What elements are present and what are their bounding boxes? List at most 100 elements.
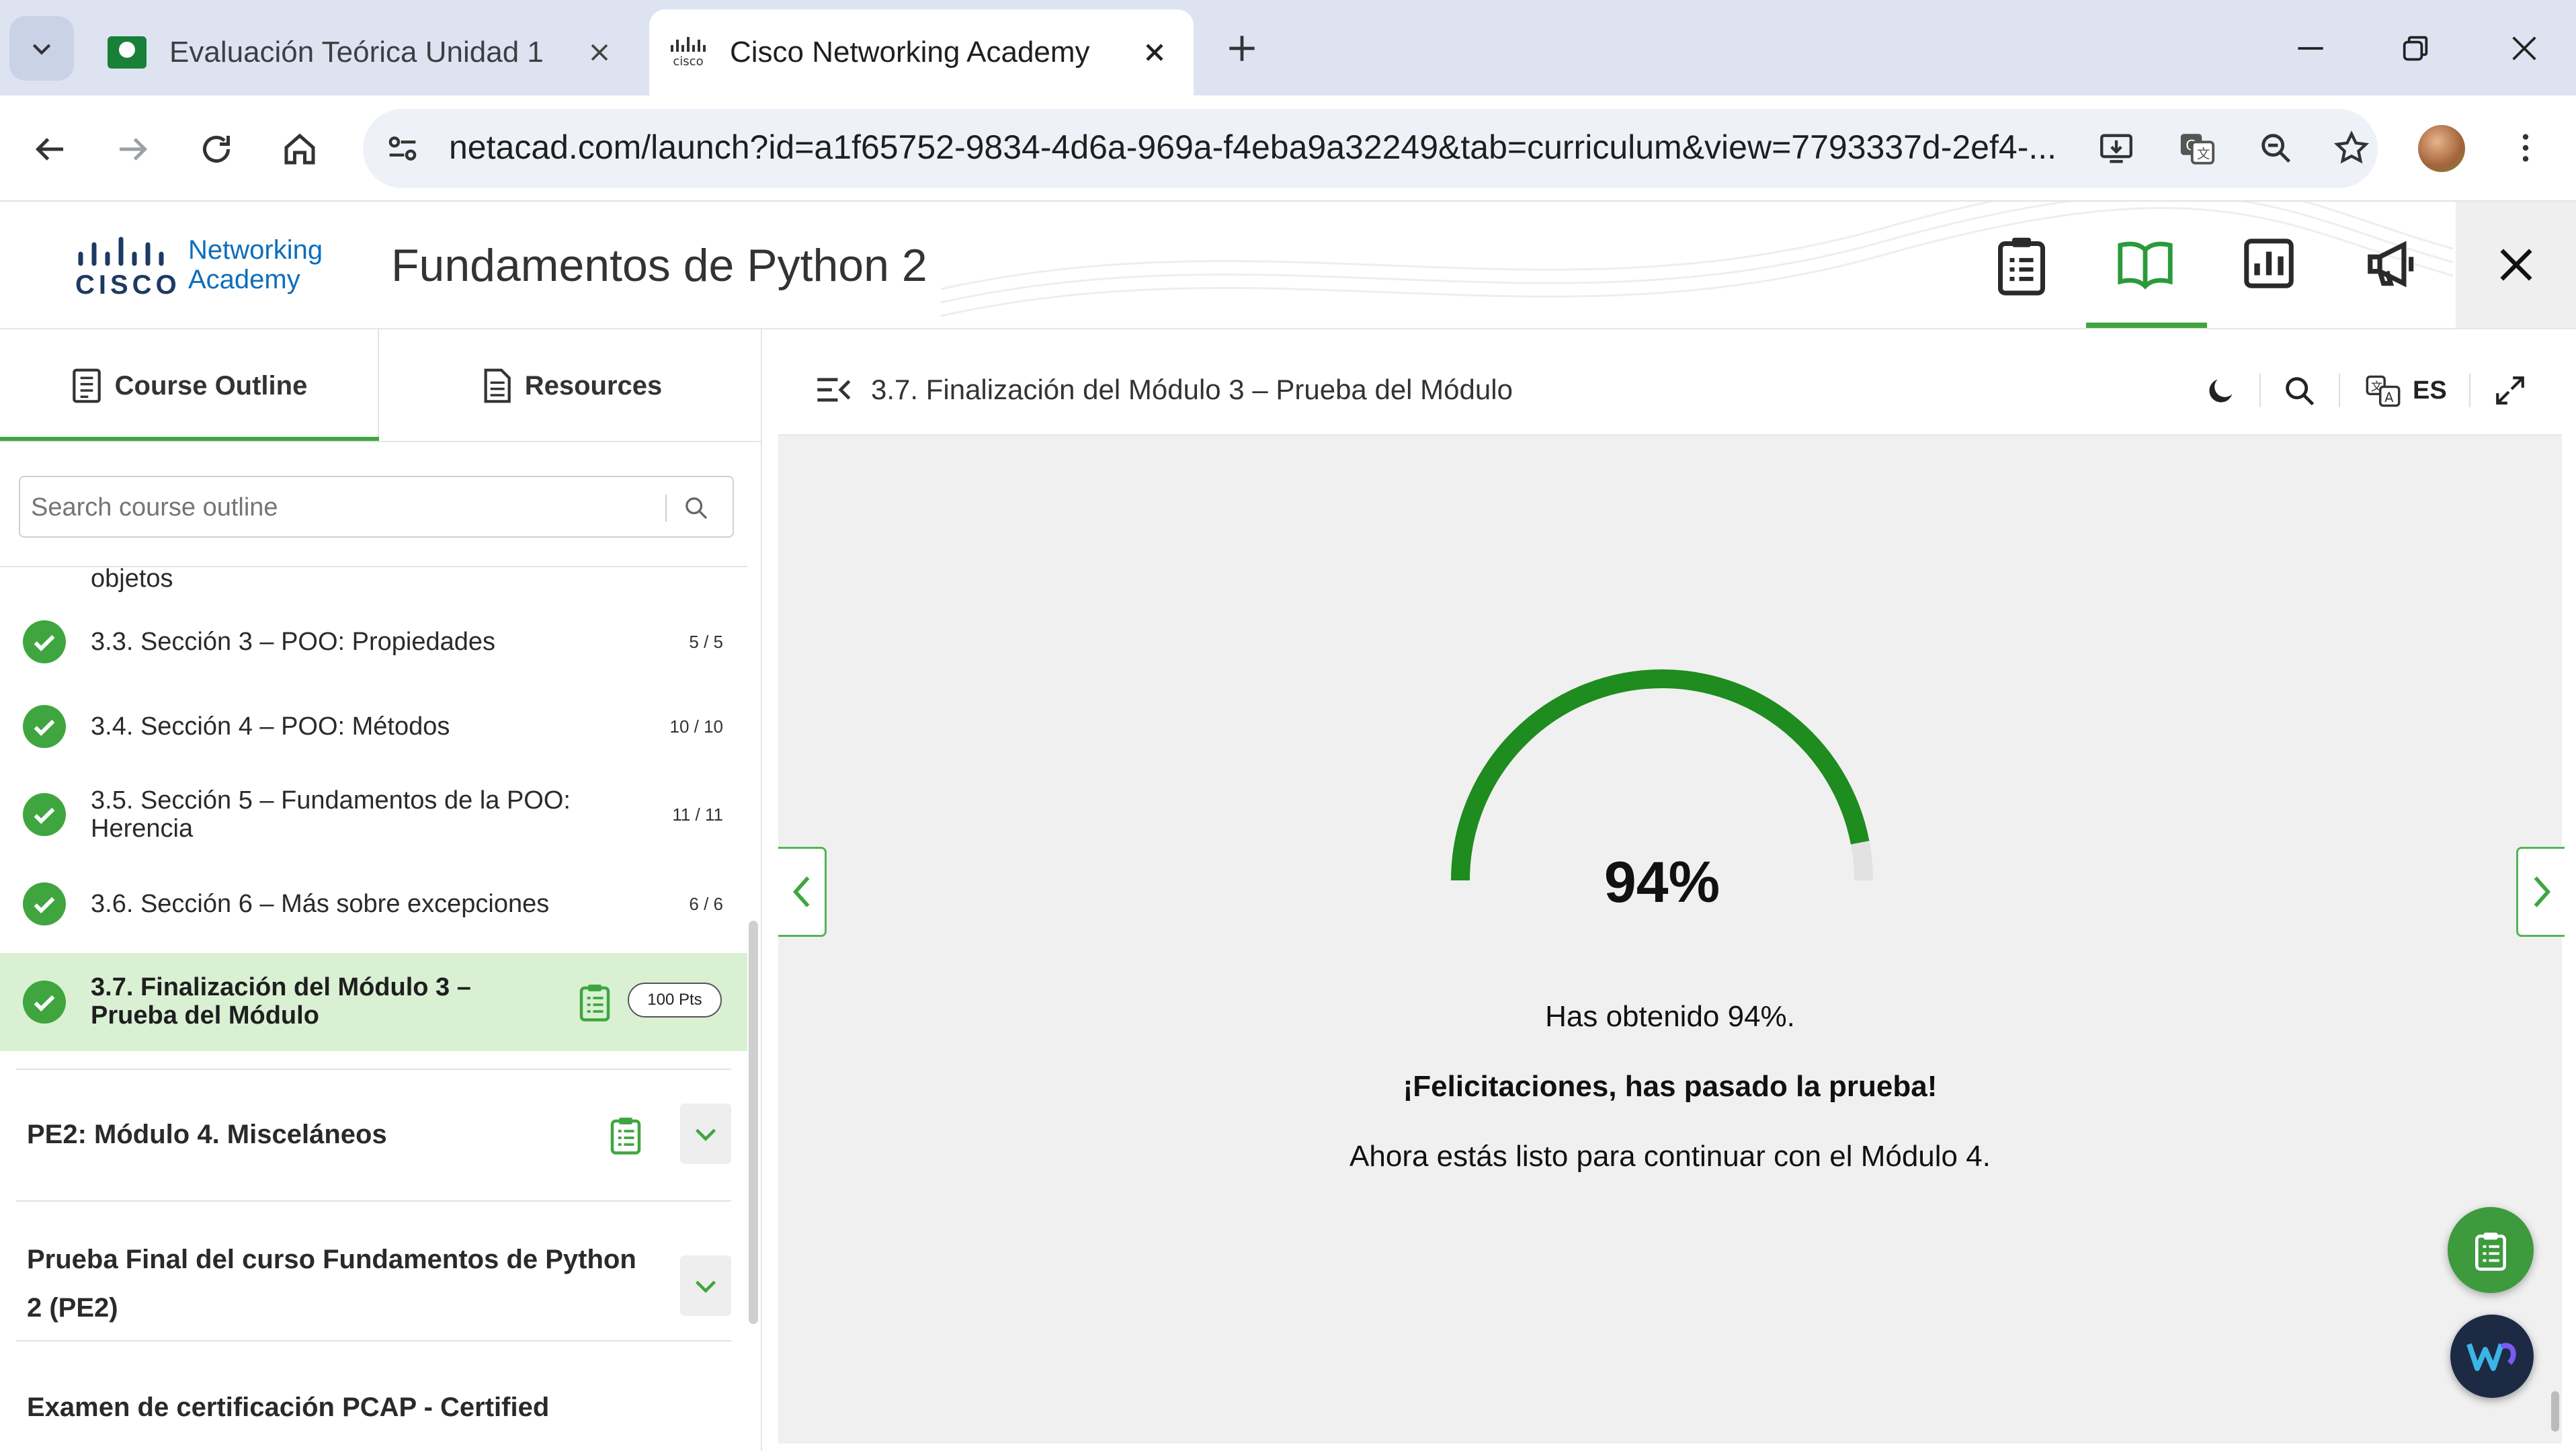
check-icon <box>23 882 66 925</box>
list-item-label: 3.3. Sección 3 – POO: Propiedades <box>91 628 496 656</box>
module-title: 2 (PE2) <box>27 1293 118 1323</box>
tab-title: Evaluación Teórica Unidad 1 <box>169 36 544 69</box>
list-item-label: 3.5. Sección 5 – Fundamentos de la POO: <box>91 786 571 815</box>
sidebar-scrollbar[interactable] <box>749 921 758 1324</box>
logo-networking: Networking <box>188 235 323 265</box>
module-row[interactable]: Examen de certificación PCAP - Certified <box>0 1341 747 1451</box>
floating-quiz-button[interactable] <box>2448 1207 2534 1293</box>
svg-text:A: A <box>2384 390 2394 405</box>
zoom-icon[interactable] <box>2257 129 2296 168</box>
tab-search-button[interactable] <box>9 16 74 81</box>
check-icon <box>23 793 66 836</box>
list-item-partial: objetos <box>91 567 173 593</box>
tab-resources[interactable]: Resources <box>380 329 762 442</box>
check-icon <box>23 981 66 1024</box>
list-item-label: Herencia <box>91 815 194 843</box>
svg-text:文: 文 <box>2197 147 2210 162</box>
profile-avatar[interactable] <box>2418 125 2465 172</box>
list-item-count: 11 / 11 <box>672 804 723 825</box>
main-scrollbar[interactable] <box>2551 1391 2559 1432</box>
congrats-message: ¡Felicitaciones, has pasado la prueba! <box>1403 1070 1938 1103</box>
collapse-menu-icon[interactable] <box>815 372 852 407</box>
course-title: Fundamentos de Python 2 <box>391 240 927 291</box>
module-row[interactable]: PE2: Módulo 4. Misceláneos <box>0 1070 747 1200</box>
bookmark-star-icon[interactable] <box>2332 129 2371 168</box>
back-icon[interactable] <box>30 129 70 169</box>
score-percentage: 94% <box>1604 850 1720 915</box>
assistant-logo-icon <box>2466 1343 2516 1371</box>
next-page-button[interactable] <box>2516 847 2565 937</box>
list-item[interactable]: 3.6. Sección 6 – Más sobre excepciones 6… <box>0 870 747 938</box>
outline-search-input[interactable] <box>31 489 663 526</box>
cisco-favicon-icon: cisco <box>671 37 706 69</box>
address-bar[interactable]: netacad.com/launch?id=a1f65752-9834-4d6a… <box>363 109 2378 188</box>
cisco-logo: CISCO <box>75 237 181 300</box>
clipboard-icon <box>2475 1233 2506 1271</box>
list-item-count: 10 / 10 <box>669 716 723 737</box>
list-item-label: 3.7. Finalización del Módulo 3 – <box>91 973 471 1001</box>
url-text[interactable]: netacad.com/launch?id=a1f65752-9834-4d6a… <box>449 128 2089 167</box>
grades-chart-icon[interactable] <box>2241 235 2297 292</box>
list-item-count: 6 / 6 <box>689 893 723 914</box>
home-icon[interactable] <box>280 129 320 169</box>
quiz-clipboard-icon <box>579 985 610 1022</box>
install-app-icon[interactable] <box>2097 129 2136 168</box>
close-course-button[interactable] <box>2456 202 2576 328</box>
expand-module-button[interactable] <box>680 1104 731 1164</box>
chevron-down-icon <box>695 1128 716 1141</box>
classroom-icon <box>108 36 147 69</box>
tab-course-outline-label: Course Outline <box>114 370 308 401</box>
search-icon[interactable] <box>2282 374 2317 409</box>
restore-icon[interactable] <box>2397 30 2434 67</box>
content-title: 3.7. Finalización del Módulo 3 – Prueba … <box>871 374 1513 405</box>
list-item[interactable]: 3.4. Sección 4 – POO: Métodos 10 / 10 <box>0 692 747 761</box>
outline-doc-icon <box>72 368 101 403</box>
assignments-icon[interactable] <box>1993 234 2050 296</box>
check-icon <box>23 620 66 663</box>
module-row[interactable]: Prueba Final del curso Fundamentos de Py… <box>0 1202 747 1340</box>
language-code[interactable]: ES <box>2413 376 2447 405</box>
list-item[interactable]: 3.5. Sección 5 – Fundamentos de la POO: … <box>0 769 747 860</box>
list-item-label: 3.4. Sección 4 – POO: Métodos <box>91 712 450 741</box>
translate-icon[interactable]: G文 <box>2177 129 2216 168</box>
logo-academy: Academy <box>188 265 300 294</box>
new-tab-icon[interactable] <box>1223 30 1261 67</box>
tab-bar-divider <box>0 441 762 442</box>
expand-module-button[interactable] <box>680 1255 731 1316</box>
content-header: 3.7. Finalización del Módulo 3 – Prueba … <box>778 344 2562 436</box>
tab-cisco[interactable]: cisco Cisco Networking Academy <box>649 9 1194 95</box>
next-module-message: Ahora estás listo para continuar con el … <box>1349 1140 1991 1173</box>
tab-resources-label: Resources <box>524 370 663 401</box>
close-tab-icon[interactable] <box>585 38 614 67</box>
chat-assistant-button[interactable] <box>2450 1315 2534 1398</box>
app-header: CISCO Networking Academy Fundamentos de … <box>0 202 2576 329</box>
close-tab-icon[interactable] <box>1140 38 1169 67</box>
outline-search-box[interactable] <box>19 476 734 538</box>
score-message: Has obtenido 94%. <box>1545 1000 1795 1033</box>
tab-evaluacion[interactable]: Evaluación Teórica Unidad 1 <box>87 9 645 95</box>
forward-icon[interactable] <box>113 129 153 169</box>
resources-doc-icon <box>484 368 511 403</box>
list-item[interactable]: 3.3. Sección 3 – POO: Propiedades 5 / 5 <box>0 608 747 676</box>
tab-course-outline[interactable]: Course Outline <box>0 329 379 442</box>
site-settings-icon[interactable] <box>383 129 422 168</box>
announcements-megaphone-icon[interactable] <box>2363 235 2421 293</box>
language-translate-icon[interactable]: 文A <box>2364 374 2402 409</box>
minimize-icon[interactable] <box>2292 30 2329 67</box>
quiz-clipboard-icon <box>610 1118 641 1155</box>
window-close-icon[interactable] <box>2505 30 2543 67</box>
module-title: Prueba Final del curso Fundamentos de Py… <box>27 1245 636 1274</box>
cisco-wordmark: CISCO <box>75 270 181 300</box>
list-item-active[interactable]: 3.7. Finalización del Módulo 3 – Prueba … <box>0 953 747 1051</box>
search-icon[interactable] <box>683 495 710 522</box>
more-menu-icon[interactable] <box>2507 129 2544 167</box>
book-icon[interactable] <box>2116 237 2175 290</box>
previous-page-button[interactable] <box>778 847 827 937</box>
browser-tab-strip: Evaluación Teórica Unidad 1 cisco Cisco … <box>0 0 2576 95</box>
reload-icon[interactable] <box>196 129 237 169</box>
dark-mode-moon-icon[interactable] <box>2203 374 2238 409</box>
chevron-right-icon <box>2534 876 2550 907</box>
module-title: Examen de certificación PCAP - Certified <box>27 1393 550 1422</box>
chevron-left-icon <box>792 876 809 907</box>
fullscreen-expand-icon[interactable] <box>2493 374 2527 407</box>
